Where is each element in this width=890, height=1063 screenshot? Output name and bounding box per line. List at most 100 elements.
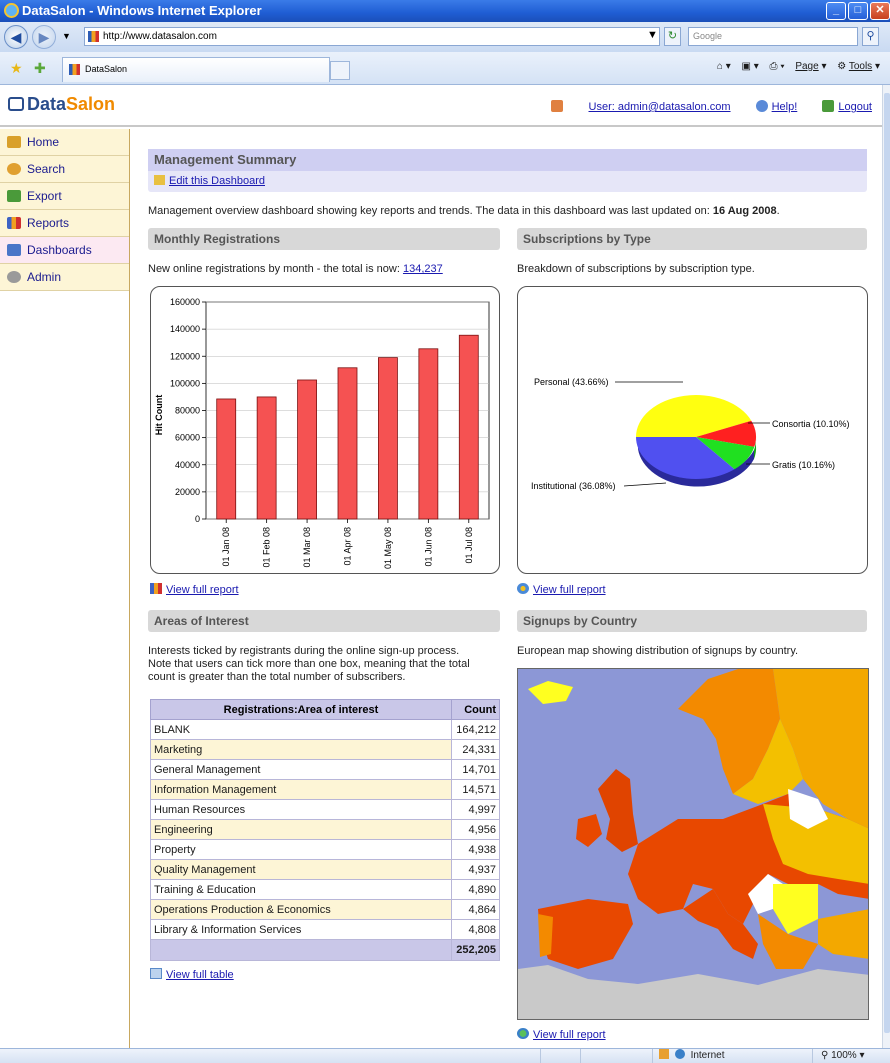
view-full-table-link[interactable]: View full table xyxy=(150,968,234,981)
subscriptions-heading: Subscriptions by Type xyxy=(517,228,867,250)
browser-window: DataSalon - Windows Internet Explorer _ … xyxy=(0,0,890,1063)
table-cell-area: Information Management xyxy=(150,779,452,800)
europe-map[interactable] xyxy=(517,668,869,1020)
sidebar-item-admin[interactable]: Admin xyxy=(0,264,129,291)
table-row: Engineering 4,956 xyxy=(150,819,500,840)
table-cell-area: Training & Education xyxy=(150,879,452,900)
y-tick-label: 160000 xyxy=(170,297,200,307)
table-row: Training & Education 4,890 xyxy=(150,879,500,900)
page-menu[interactable]: Page ▾ xyxy=(795,61,826,72)
reports-icon xyxy=(7,217,21,229)
window-titlebar: DataSalon - Windows Internet Explorer _ … xyxy=(0,0,890,22)
subscriptions-view-full-report-link[interactable]: View full report xyxy=(517,583,606,596)
region-spain xyxy=(538,899,633,969)
updated-date: 16 Aug 2008 xyxy=(712,205,777,217)
registrations-total-link[interactable]: 134,237 xyxy=(403,263,443,275)
site-favicon-icon xyxy=(88,31,99,42)
table-row: Property 4,938 xyxy=(150,839,500,860)
x-tick-label: 01 May 08 xyxy=(383,527,393,569)
user-link[interactable]: User: admin@datasalon.com xyxy=(589,101,731,113)
region-iceland xyxy=(528,681,573,704)
x-tick-label: 01 Jul 08 xyxy=(464,527,474,564)
sidebar-item-export[interactable]: Export xyxy=(0,183,129,210)
tab-bar: ★ ✚ DataSalon ⌂ ▾ ▣ ▾ ⎙ ▾ Page ▾ ⚙ Tools… xyxy=(0,52,890,85)
dashboard-title-block: Management Summary Edit this Dashboard xyxy=(148,149,867,192)
help-link[interactable]: Help! xyxy=(772,101,798,113)
table-icon xyxy=(150,968,162,979)
monthly-view-full-report-link[interactable]: View full report xyxy=(150,583,239,596)
logout-link[interactable]: Logout xyxy=(838,101,872,113)
home-command-icon[interactable]: ⌂ ▾ xyxy=(717,61,731,72)
url-text: http://www.datasalon.com xyxy=(103,31,217,42)
favorites-star-icon[interactable]: ★ xyxy=(10,60,23,77)
table-total-row: 252,205 xyxy=(150,939,500,961)
url-dropdown-icon[interactable]: ▼ xyxy=(644,27,661,46)
region-portugal xyxy=(538,914,553,957)
minimize-button[interactable]: _ xyxy=(826,2,846,20)
region-turkey xyxy=(818,909,868,959)
areas-of-interest-body: BLANK 164,212 Marketing 24,331 General Manag… xyxy=(150,719,500,940)
maximize-button[interactable]: □ xyxy=(848,2,868,20)
africa-region xyxy=(518,965,868,1019)
refresh-icon[interactable]: ↻ xyxy=(664,27,681,46)
datasalon-logo[interactable]: DataSalon xyxy=(8,94,115,115)
bar[interactable] xyxy=(256,396,277,520)
print-command-icon[interactable]: ⎙ ▾ xyxy=(770,61,785,72)
y-tick-label: 0 xyxy=(195,514,200,524)
country-view-full-report-link[interactable]: View full report xyxy=(517,1028,606,1041)
pie-chart-icon xyxy=(517,583,529,594)
bar[interactable] xyxy=(337,367,358,520)
tab-datasalon[interactable]: DataSalon xyxy=(62,57,330,82)
y-tick-label: 100000 xyxy=(170,378,200,388)
user-icon xyxy=(550,100,563,112)
table-cell-area: Operations Production & Economics xyxy=(150,899,452,920)
bar[interactable] xyxy=(378,357,398,520)
bar-chart-icon xyxy=(150,583,162,594)
vertical-scrollbar[interactable] xyxy=(882,85,890,1048)
sidebar-item-search[interactable]: Search xyxy=(0,156,129,183)
dashboard-intro: Management overview dashboard showing ke… xyxy=(148,205,780,217)
scrollbar-thumb[interactable] xyxy=(884,93,890,1033)
europe-map-svg xyxy=(518,669,868,1019)
column-header-area[interactable]: Registrations:Area of interest xyxy=(150,699,452,720)
search-go-icon[interactable]: ⚲ xyxy=(862,27,879,46)
close-button[interactable]: ✕ xyxy=(870,2,890,20)
edit-dashboard-link[interactable]: Edit this Dashboard xyxy=(169,175,265,187)
monthly-registrations-heading: Monthly Registrations xyxy=(148,228,500,250)
search-input[interactable]: Google xyxy=(688,27,858,46)
table-cell-area: Engineering xyxy=(150,819,452,840)
add-favorite-icon[interactable]: ✚ xyxy=(34,60,46,77)
table-cell-count: 4,938 xyxy=(451,839,500,860)
column-header-count[interactable]: Count xyxy=(451,699,500,720)
tab-favicon-icon xyxy=(69,64,80,75)
url-input[interactable]: http://www.datasalon.com xyxy=(84,27,660,46)
bar[interactable] xyxy=(418,348,439,520)
feeds-command-icon[interactable]: ▣ ▾ xyxy=(742,61,759,72)
history-dropdown-icon[interactable]: ▼ xyxy=(62,31,71,41)
pie-label-institutional: Institutional (36.08%) xyxy=(531,481,616,491)
pie-slices xyxy=(636,395,756,480)
internet-zone-icon xyxy=(674,1049,685,1059)
bar[interactable] xyxy=(216,398,237,520)
y-tick-label: 40000 xyxy=(175,460,200,470)
table-cell-count: 4,937 xyxy=(451,859,500,880)
back-button[interactable]: ◀ xyxy=(4,25,28,49)
bar[interactable] xyxy=(297,379,317,520)
header-links: User: admin@datasalon.com Help! Logout xyxy=(550,100,872,113)
sidebar-item-home[interactable]: Home xyxy=(0,129,129,156)
protected-mode-icon xyxy=(659,1049,669,1059)
sidebar-item-dashboards[interactable]: Dashboards xyxy=(0,237,129,264)
sidebar-item-reports[interactable]: Reports xyxy=(0,210,129,237)
pencil-icon xyxy=(154,175,165,185)
export-icon xyxy=(7,190,21,202)
region-romania-bulgaria xyxy=(773,884,818,934)
security-zone: Internet xyxy=(652,1049,812,1063)
new-tab-button[interactable] xyxy=(330,61,350,80)
tools-menu[interactable]: ⚙ Tools ▾ xyxy=(837,61,880,72)
bar[interactable] xyxy=(458,334,479,520)
x-tick-label: 01 Feb 08 xyxy=(262,527,272,568)
zoom-level[interactable]: ⚲ 100% ▾ xyxy=(812,1049,890,1063)
dashboards-icon xyxy=(7,244,21,256)
forward-button[interactable]: ▶ xyxy=(32,25,56,49)
table-row: Quality Management 4,937 xyxy=(150,859,500,880)
